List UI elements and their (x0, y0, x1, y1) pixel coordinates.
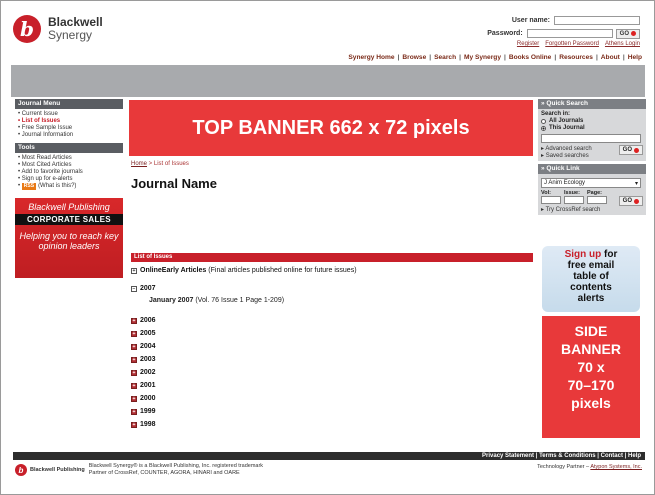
nav-browse[interactable]: Browse (402, 54, 426, 61)
chevron-down-icon: ▾ (634, 180, 638, 187)
go-arrow-icon (634, 147, 639, 153)
password-label: Password: (487, 30, 523, 37)
rss-icon[interactable]: RSS (21, 183, 37, 190)
breadcrumb-home[interactable]: Home (131, 161, 147, 167)
technology-partner: Technology Partner – Atypon Systems, Inc… (537, 464, 642, 470)
year-2003[interactable]: +2003 (131, 356, 156, 363)
journal-select[interactable]: J Anim Ecology ▾ (541, 178, 641, 188)
tool-rss[interactable]: • RSS (What is this?) (18, 183, 120, 190)
list-of-issues-heading: List of Issues (131, 253, 533, 262)
nav-books-online[interactable]: Books Online (509, 54, 552, 61)
expand-icon[interactable]: + (131, 408, 137, 415)
blackwell-footer-logo-icon: b (15, 464, 27, 476)
quick-link-heading: » Quick Link (538, 164, 646, 174)
quick-link-panel: J Anim Ecology ▾ Vol: Issue: Page: GO ▸ T… (538, 174, 646, 215)
menu-list-of-issues[interactable]: • List of Issues (18, 118, 120, 125)
advanced-search-link[interactable]: ▸ Advanced search (541, 145, 592, 152)
expand-icon[interactable]: + (131, 369, 137, 376)
expand-icon[interactable]: + (131, 382, 137, 389)
year-2004[interactable]: +2004 (131, 343, 156, 350)
tool-most-cited[interactable]: • Most Cited Articles (18, 162, 120, 169)
vol-input[interactable] (541, 196, 561, 204)
password-input[interactable] (526, 29, 613, 38)
nav-resources[interactable]: Resources (559, 54, 593, 61)
quick-search-input[interactable] (541, 134, 641, 143)
rss-what-link[interactable]: (What is this?) (38, 183, 76, 189)
expand-icon[interactable]: + (131, 395, 137, 402)
radio-all-journals[interactable]: All Journals (541, 118, 643, 124)
blackwell-logo[interactable]: b Blackwell Synergy (13, 15, 103, 43)
issue-january-2007[interactable]: January 2007 (Vol. 76 Issue 1 Page 1-209… (149, 297, 284, 304)
header-band (11, 65, 645, 97)
tool-most-read[interactable]: • Most Read Articles (18, 155, 120, 162)
go-arrow-icon (634, 198, 639, 204)
page-input[interactable] (587, 196, 607, 204)
right-sidebar: » Quick Search Search in: All Journals T… (538, 99, 646, 215)
issue-input[interactable] (564, 196, 584, 204)
year-2000[interactable]: +2000 (131, 395, 156, 402)
expand-icon[interactable]: + (131, 317, 137, 324)
nav-synergy-home[interactable]: Synergy Home (348, 54, 394, 61)
menu-journal-information[interactable]: • Journal Information (18, 132, 120, 139)
nav-search[interactable]: Search (434, 54, 456, 61)
email-alerts-signup[interactable]: Sign up for free email table of contents… (542, 246, 640, 312)
forgotten-password-link[interactable]: Forgotten Password (545, 41, 599, 47)
year-2005[interactable]: +2005 (131, 330, 156, 337)
footer-brand: Blackwell Publishing (30, 466, 85, 473)
expand-icon[interactable]: + (131, 267, 137, 274)
quick-search-go-button[interactable]: GO (618, 145, 643, 155)
breadcrumb-current: List of Issues (153, 161, 189, 167)
username-label: User name: (511, 17, 550, 24)
tool-add-favorite[interactable]: • Add to favorite journals (18, 169, 120, 176)
year-2002[interactable]: +2002 (131, 369, 156, 376)
quick-search-panel: Search in: All Journals This Journal ▸ A… (538, 109, 646, 161)
journal-menu: • Current Issue • List of Issues • Free … (15, 109, 123, 143)
menu-free-sample-issue[interactable]: • Free Sample Issue (18, 125, 120, 132)
collapse-icon[interactable]: − (131, 285, 137, 292)
crossref-link[interactable]: ▸ Try CrossRef search (541, 206, 643, 213)
page-title: Journal Name (131, 176, 217, 191)
online-early-item[interactable]: + OnlineEarly Articles (Final articles pu… (131, 267, 357, 274)
saved-searches-link[interactable]: ▸ Saved searches (541, 152, 592, 159)
footer-links[interactable]: Privacy Statement | Terms & Conditions |… (13, 452, 645, 460)
expand-icon[interactable]: + (131, 343, 137, 350)
footer-info: b Blackwell Publishing Blackwell Synergy… (15, 463, 263, 477)
login-form: User name: Password: GO Register Forgott… (487, 15, 640, 47)
nav-help[interactable]: Help (628, 54, 642, 61)
nav-about[interactable]: About (601, 54, 620, 61)
year-1999[interactable]: +1999 (131, 408, 156, 415)
menu-current-issue[interactable]: • Current Issue (18, 111, 120, 118)
register-link[interactable]: Register (517, 41, 539, 47)
username-input[interactable] (554, 16, 640, 25)
go-arrow-icon (631, 31, 636, 36)
expand-icon[interactable]: + (131, 330, 137, 337)
corporate-sales-ad[interactable]: Blackwell Publishing CORPORATE SALES Hel… (15, 198, 123, 278)
tool-e-alerts[interactable]: • Sign up for e-alerts (18, 176, 120, 183)
logo-line2: Synergy (48, 28, 93, 42)
tools-menu: • Most Read Articles • Most Cited Articl… (15, 153, 123, 194)
atypon-link[interactable]: Atypon Systems, Inc. (590, 464, 642, 470)
top-banner[interactable]: TOP BANNER 662 x 72 pixels (129, 100, 533, 156)
page-frame: b Blackwell Synergy User name: Password:… (0, 0, 655, 495)
athens-login-link[interactable]: Athens Login (605, 41, 640, 47)
expand-icon[interactable]: + (131, 356, 137, 363)
quick-search-heading: » Quick Search (538, 99, 646, 109)
year-2001[interactable]: +2001 (131, 382, 156, 389)
year-2006[interactable]: +2006 (131, 317, 156, 324)
left-sidebar: Journal Menu • Current Issue • List of I… (15, 99, 123, 278)
search-in-label: Search in: (541, 111, 571, 117)
year-2007[interactable]: − 2007 (131, 285, 156, 292)
quick-link-go-button[interactable]: GO (618, 196, 643, 206)
top-navigation: Synergy Home | Browse | Search | My Synergy… (348, 54, 642, 61)
side-banner[interactable]: SIDE BANNER 70 x 70–170 pixels (542, 316, 640, 438)
radio-this-journal[interactable]: This Journal (541, 125, 643, 131)
journal-menu-heading: Journal Menu (15, 99, 123, 109)
breadcrumb: Home > List of Issues (131, 161, 189, 167)
year-1998[interactable]: +1998 (131, 421, 156, 428)
blackwell-logo-icon: b (13, 15, 41, 43)
tools-heading: Tools (15, 143, 123, 153)
login-go-button[interactable]: GO (615, 28, 640, 39)
nav-my-synergy[interactable]: My Synergy (464, 54, 501, 61)
expand-icon[interactable]: + (131, 421, 137, 428)
